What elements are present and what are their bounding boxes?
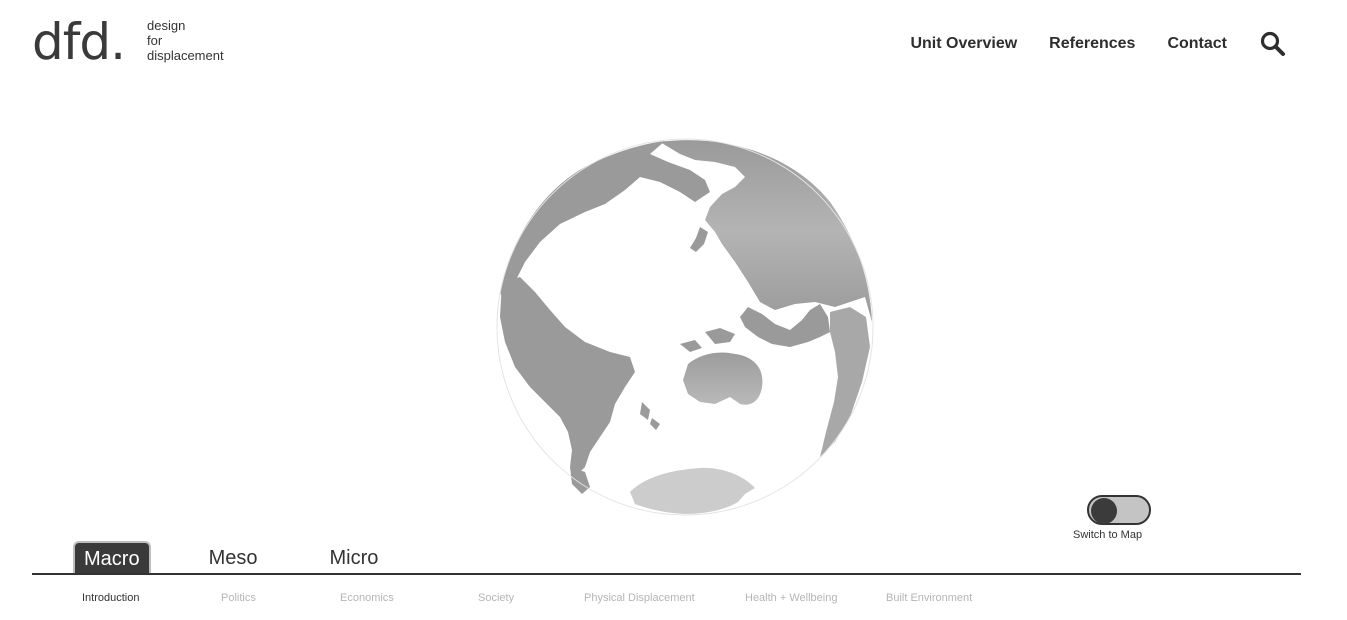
globe-graphic[interactable] [490, 132, 880, 522]
tab-micro[interactable]: Micro [319, 542, 388, 574]
landmass-australia [683, 352, 763, 405]
site-logo[interactable]: dfd. design for displacement [32, 14, 224, 70]
globe[interactable] [490, 132, 880, 522]
search-icon[interactable] [1259, 30, 1287, 58]
topic-tab-economics[interactable]: Economics [340, 592, 394, 604]
topic-tab-politics[interactable]: Politics [221, 592, 256, 604]
topic-tab-physical-displacement[interactable]: Physical Displacement [584, 592, 695, 604]
nav-unit-overview[interactable]: Unit Overview [910, 35, 1017, 53]
switch-to-map-label: Switch to Map [1073, 529, 1143, 541]
topic-tabs: Introduction Politics Economics Society … [0, 592, 1347, 608]
main-nav: Unit Overview References Contact [878, 30, 1287, 58]
nav-references[interactable]: References [1049, 35, 1135, 53]
switch-to-map-toggle[interactable] [1087, 495, 1151, 525]
tab-macro[interactable]: Macro [73, 541, 151, 574]
topic-tab-built-environment[interactable]: Built Environment [886, 592, 972, 604]
map-toggle-group: Switch to Map [1073, 495, 1167, 541]
tab-meso[interactable]: Meso [199, 542, 268, 574]
toggle-knob[interactable] [1091, 498, 1117, 524]
logo-tagline: design for displacement [147, 18, 224, 63]
logo-tagline-line: design [146, 18, 186, 33]
logo-tagline-line: for [146, 33, 163, 48]
topic-tab-health-wellbeing[interactable]: Health + Wellbeing [745, 592, 837, 604]
scale-tabs: Macro Meso Micro [73, 541, 426, 574]
topic-tab-introduction[interactable]: Introduction [82, 592, 139, 604]
topic-tab-society[interactable]: Society [478, 592, 514, 604]
logo-tagline-line: displacement [146, 48, 224, 63]
nav-contact[interactable]: Contact [1167, 35, 1227, 53]
tabs-divider [32, 573, 1301, 575]
logo-mark: dfd. [32, 13, 126, 71]
